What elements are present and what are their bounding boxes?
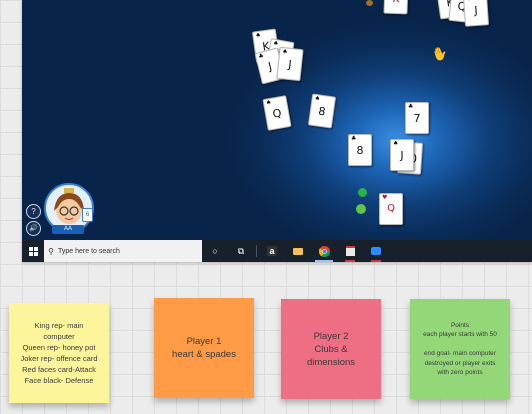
card-rank: Q [271,105,283,121]
playing-card[interactable]: J♠ [276,46,304,82]
zoom-icon[interactable] [363,240,389,262]
amazon-icon[interactable]: a [259,240,285,262]
frog-token-icon [356,204,366,214]
playing-card[interactable]: J♠ [462,0,490,27]
windows-start-button[interactable] [22,240,44,262]
card-rank: 7 [413,111,421,125]
playing-card[interactable]: 7 ♣ [405,102,429,134]
green-token-icon [358,188,367,197]
token-icon [366,0,373,6]
card-suit-icon: ♠ [265,98,273,107]
avatar-badge: 6 [82,208,93,222]
player-avatar[interactable]: 6 AA [44,183,94,234]
card-game-table[interactable]: K♠ Q♠ J♠ K♥ K♠ Q♠ J♣ J♠ Q♠ 8♠ 7♣ 8♣ 10♠ … [22,0,532,240]
playing-card[interactable]: K♥ [383,0,409,15]
taskbar-divider [256,245,257,257]
playing-card[interactable]: Q♠ [262,95,292,131]
card-rank: J [266,59,274,73]
sound-button[interactable]: 🔊 [26,221,41,236]
card-rank: 8 [317,104,327,118]
chrome-icon[interactable] [311,240,337,262]
playing-card[interactable]: 8 ♣ [348,134,372,166]
windows-logo-icon [28,246,38,256]
playing-card[interactable]: 8 ♠ [307,93,337,129]
search-icon: ⚲ [48,246,54,256]
sticky-note-player-1[interactable]: Player 1 heart & spades [154,298,254,398]
card-rank: J [400,148,404,162]
playing-card[interactable]: J♠ [390,139,414,171]
card-rank: Q [387,203,395,214]
cursor-hand-icon: ✋ [429,43,451,64]
desktop-screenshot: K♠ Q♠ J♠ K♥ K♠ Q♠ J♣ J♠ Q♠ 8♠ 7♣ 8♣ 10♠ … [22,0,532,262]
windows-taskbar: ⚲ Type here to search ○ ⧉ a [22,240,532,262]
file-explorer-icon[interactable] [285,240,311,262]
search-placeholder: Type here to search [58,247,120,255]
taskbar-search-box[interactable]: ⚲ Type here to search [44,240,202,262]
sticky-note-card-roles[interactable]: King rep- main computer Queen rep- honey… [9,303,109,403]
card-rank: 8 [356,143,364,157]
card-suit-icon: ♠ [272,39,280,48]
card-rank: J [473,3,479,17]
card-suit-icon: ♠ [281,48,288,56]
store-icon[interactable] [337,240,363,262]
sticky-note-points[interactable]: Points each player starts with 50 end go… [410,299,510,399]
player-name: AA [52,225,84,234]
card-suit-icon: ♠ [466,0,472,3]
card-suit-icon: ♣ [351,135,357,142]
cortana-icon[interactable]: ○ [202,240,228,262]
task-view-icon[interactable]: ⧉ [228,240,254,262]
playing-card[interactable]: Q ♥ [379,193,403,225]
card-suit-icon: ♥ [382,194,388,201]
card-rank: J [287,57,293,71]
card-suit-icon: ♣ [257,52,265,61]
card-suit-icon: ♠ [393,140,399,147]
card-suit-icon: ♣ [408,103,414,110]
card-rank: K [392,0,400,5]
card-suit-icon: ♠ [314,94,321,103]
card-suit-icon: ♠ [254,31,262,40]
help-button[interactable]: ? [26,204,41,219]
sticky-note-player-2[interactable]: Player 2 Clubs & dimensions [281,299,381,399]
